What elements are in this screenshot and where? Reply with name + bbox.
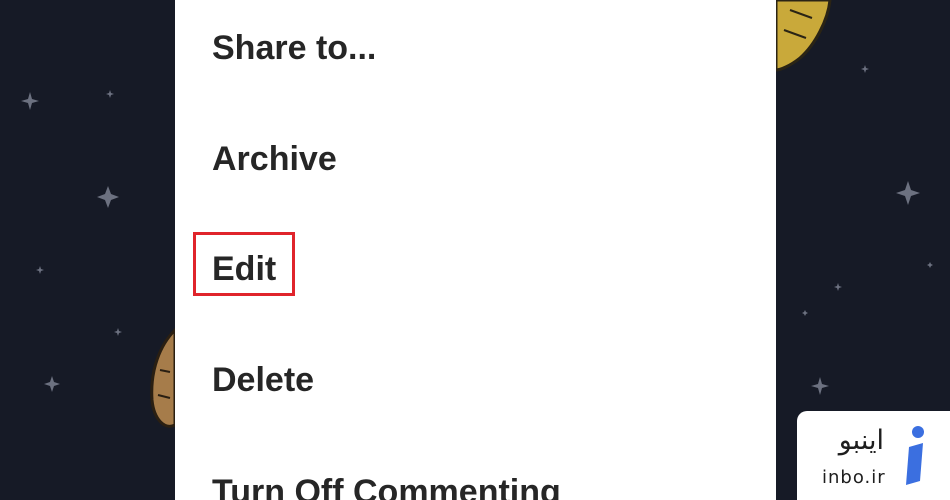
sparkle-icon [861, 65, 869, 73]
sparkle-icon [896, 181, 920, 205]
sparkle-icon [834, 283, 842, 291]
sparkle-icon [114, 328, 122, 336]
menu-item-share-to[interactable]: Share to... [212, 18, 376, 78]
menu-item-delete[interactable]: Delete [212, 350, 314, 410]
creature-illustration [150, 326, 177, 428]
menu-item-turn-off-commenting[interactable]: Turn Off Commenting [212, 462, 561, 500]
sparkle-icon [811, 377, 829, 395]
screen: Share to... Archive Edit Delete Turn Off… [0, 0, 950, 500]
sparkle-icon [106, 90, 114, 98]
watermark-domain: inbo.ir [822, 467, 886, 488]
sparkle-icon [927, 262, 933, 268]
watermark-badge: اینبو inbo.ir [797, 411, 950, 500]
sparkle-icon [36, 266, 44, 274]
sparkle-icon [21, 92, 39, 110]
watermark-name: اینبو [838, 425, 884, 456]
sparkle-icon [44, 376, 60, 392]
horn-illustration [774, 0, 832, 72]
edit-highlight-box [193, 232, 295, 296]
inbo-logo-icon [906, 426, 924, 485]
sparkle-icon [802, 310, 808, 316]
sparkle-icon [97, 186, 119, 208]
menu-item-archive[interactable]: Archive [212, 129, 337, 189]
